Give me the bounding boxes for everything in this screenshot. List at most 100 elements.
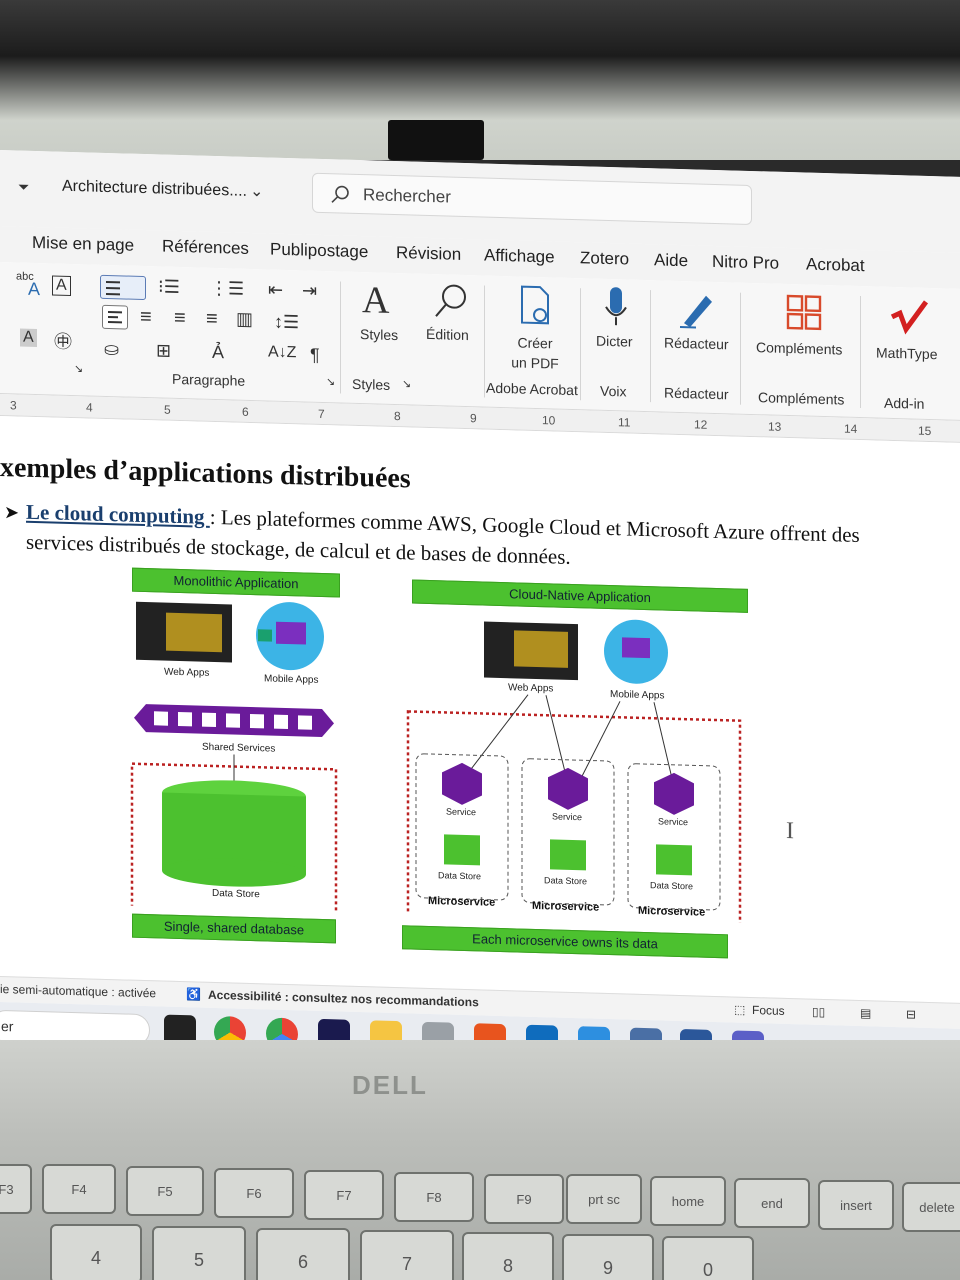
key-7: 7 <box>360 1230 454 1280</box>
key-9: 9 <box>562 1234 654 1280</box>
dictate-label: Dicter <box>596 332 633 350</box>
ruler-mark: 12 <box>694 417 708 432</box>
decrease-indent-icon[interactable]: ⇤ <box>268 279 283 300</box>
tab-aide[interactable]: Aide <box>654 250 688 271</box>
addins-label: Compléments <box>756 339 843 358</box>
align-center-icon[interactable]: ≡ <box>140 306 152 329</box>
chevron-down-icon[interactable]: ⌄ <box>250 181 263 201</box>
pdf-icon <box>521 285 549 325</box>
service-hex-icon <box>442 762 482 805</box>
addins-group-label: Compléments <box>758 389 845 408</box>
architecture-figure[interactable]: Monolithic Application Cloud-Native Appl… <box>126 560 756 959</box>
link-cloud-computing[interactable]: Le cloud computing <box>26 500 210 529</box>
editor-label: Rédacteur <box>664 334 729 353</box>
cloud-mobile-apps-label: Mobile Apps <box>610 689 664 702</box>
justify-icon[interactable]: ≡ <box>206 308 218 331</box>
key-f8: F8 <box>394 1172 474 1222</box>
tab-zotero[interactable]: Zotero <box>580 248 629 269</box>
data-store-label: Data Store <box>650 880 693 891</box>
align-left-button[interactable] <box>102 304 128 330</box>
styles-icon: A <box>362 279 390 322</box>
web-layout-icon[interactable]: ⊟ <box>906 1007 916 1021</box>
paragraph-launcher-icon[interactable]: ↘ <box>326 375 335 388</box>
mono-mobile-apps-label: Mobile Apps <box>264 673 318 686</box>
taskbar-search-text: er <box>1 1018 14 1035</box>
tab-mise-en-page[interactable]: Mise en page <box>32 233 134 256</box>
read-mode-icon[interactable]: ▯▯ <box>812 1005 825 1019</box>
key-0: 0 <box>662 1236 754 1280</box>
styles-group-label: Styles <box>352 375 391 393</box>
increase-indent-icon[interactable]: ⇥ <box>302 280 317 301</box>
align-right-icon[interactable]: ≡ <box>174 307 186 330</box>
microphone-icon <box>605 287 627 326</box>
autosave-status[interactable]: ie semi-automatique : activée <box>0 982 156 1000</box>
search-input[interactable]: Rechercher <box>312 172 752 226</box>
ruler-mark: 8 <box>394 409 401 424</box>
addin-group-label: Add-in <box>884 394 925 412</box>
cloud-web-apps-label: Web Apps <box>508 682 553 694</box>
font-launcher-icon[interactable]: ↘ <box>74 362 83 375</box>
microservice-db-icon <box>550 839 586 871</box>
key-5: 5 <box>152 1226 246 1280</box>
magnifier-icon <box>435 284 466 317</box>
ruler-mark: 11 <box>618 415 631 430</box>
document-page[interactable]: xemples d’applications distribuées ➤ Le … <box>0 416 960 1003</box>
bullets-button[interactable] <box>100 274 146 301</box>
data-store-label: Data Store <box>438 870 481 881</box>
ruler-mark: 15 <box>918 423 932 439</box>
styles-button-label: Styles <box>360 326 399 344</box>
ruler-mark: 9 <box>470 411 477 426</box>
tab-publipostage[interactable]: Publipostage <box>270 240 368 263</box>
mathtype-label: MathType <box>876 344 938 363</box>
sort-icon[interactable]: A↓Z <box>268 343 296 362</box>
numbering-icon[interactable]: ⁝☰ <box>158 276 180 298</box>
service-label: Service <box>658 816 688 827</box>
columns-icon[interactable]: ▥ <box>236 309 253 330</box>
tab-nitro-pro[interactable]: Nitro Pro <box>712 252 779 274</box>
mono-web-apps-label: Web Apps <box>164 667 209 679</box>
tab-references[interactable]: Références <box>162 237 249 259</box>
font-color-a-icon[interactable]: A <box>28 279 40 300</box>
ruler-mark: 14 <box>844 421 858 436</box>
tab-revision[interactable]: Révision <box>396 243 461 265</box>
line-spacing-icon[interactable]: ↕☰ <box>274 312 299 334</box>
screen: ⏷ Architecture distribuées.... ⌄ Recherc… <box>0 150 960 1077</box>
paragraph-group-label: Paragraphe <box>172 370 246 389</box>
microservice-label: Microservice <box>638 905 705 919</box>
text-effects-icon[interactable]: A <box>52 275 71 296</box>
text-cursor-icon: I <box>786 817 794 845</box>
borders-icon[interactable]: ⊞ <box>156 340 171 361</box>
shading-icon[interactable]: ⛀ <box>104 339 119 360</box>
document-title[interactable]: Architecture distribuées.... <box>62 178 247 201</box>
accessibility-status[interactable]: Accessibilité : consultez nos recommanda… <box>208 988 479 1010</box>
ruler-mark: 7 <box>318 406 325 422</box>
addins-grid-icon <box>786 294 822 331</box>
tab-affichage[interactable]: Affichage <box>484 246 555 268</box>
microservice-db-icon <box>444 834 480 866</box>
data-store-label: Data Store <box>544 875 587 886</box>
service-hex-icon <box>548 767 588 810</box>
enclose-char-icon[interactable]: ㊥ <box>54 328 72 355</box>
microservice-label: Microservice <box>428 895 495 909</box>
key-f6: F6 <box>214 1168 294 1218</box>
highlight-icon[interactable]: A <box>20 328 37 348</box>
single-db-caption: Single, shared database <box>132 913 336 944</box>
key-prtsc: prt sc <box>566 1174 642 1224</box>
quick-access-dropdown-icon[interactable]: ⏷ <box>18 179 29 196</box>
styles-launcher-icon[interactable]: ↘ <box>402 377 411 390</box>
bullet-icon: ➤ <box>4 502 20 523</box>
pilcrow-icon[interactable]: ¶ <box>310 345 320 366</box>
adobe-group-label: Adobe Acrobat <box>486 379 578 399</box>
search-icon <box>331 185 349 203</box>
create-pdf-label: Créer un PDF <box>511 334 559 372</box>
key-f4: F4 <box>42 1164 116 1214</box>
multilevel-list-icon[interactable]: ⋮☰ <box>210 278 244 300</box>
key-delete: delete <box>902 1182 960 1232</box>
focus-icon: ⬚ <box>734 1002 746 1017</box>
asian-layout-icon[interactable]: Ả <box>212 342 224 363</box>
focus-button[interactable]: Focus <box>752 1003 785 1018</box>
section-heading: xemples d’applications distribuées <box>0 452 411 495</box>
print-layout-icon[interactable]: ▤ <box>860 1006 871 1020</box>
ruler-mark: 4 <box>86 400 93 415</box>
tab-acrobat[interactable]: Acrobat <box>806 255 865 277</box>
